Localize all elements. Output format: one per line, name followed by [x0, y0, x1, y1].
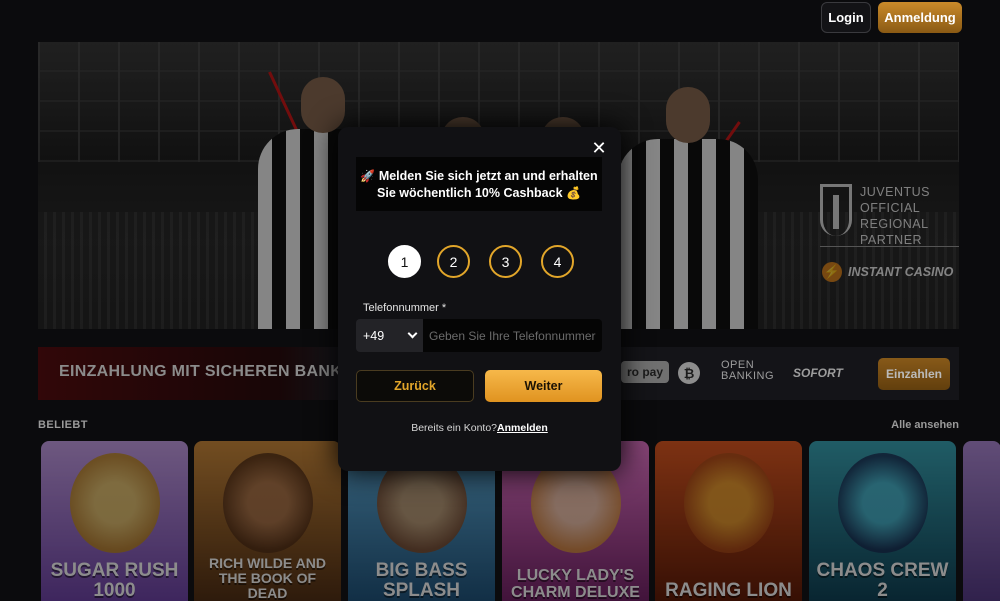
open-banking-logo: OPEN BANKING	[721, 360, 774, 388]
step-3: 3	[489, 245, 522, 278]
deposit-title: EINZAHLUNG MIT SICHEREN BANK	[59, 363, 343, 380]
phone-field: +49	[356, 319, 602, 352]
game-title: Raging Lion	[665, 580, 792, 601]
promo-text: Sie wöchentlich 10% Cashback	[377, 185, 563, 200]
registration-modal: ✕ 🚀 Melden Sie sich jetzt an und erhalte…	[338, 127, 621, 471]
game-art	[69, 453, 160, 553]
step-4: 4	[541, 245, 574, 278]
partner-line: Regional Partner	[860, 217, 929, 247]
instant-casino-logo: ⚡ Instant Casino	[822, 262, 953, 282]
country-code-value: +49	[363, 328, 385, 343]
phone-label: Telefonnummer *	[363, 302, 447, 314]
rocket-icon: 🚀	[360, 168, 376, 183]
game-title: Lucky Lady's Charm Deluxe	[511, 567, 640, 601]
game-art	[837, 453, 928, 553]
game-title: Sugar Rush 1000	[50, 560, 179, 601]
game-card[interactable]: Sugar Rush 1000	[41, 441, 188, 601]
phone-input[interactable]	[423, 319, 602, 352]
partner-badge: Juventus Official Regional Partner ⚡ Ins…	[820, 182, 959, 282]
register-button[interactable]: Anmeldung	[878, 2, 962, 33]
game-card[interactable]: Chaos Crew 2	[809, 441, 956, 601]
step-1: 1	[388, 245, 421, 278]
chevron-down-icon	[407, 328, 418, 339]
country-code-select[interactable]: +49	[356, 319, 423, 352]
top-header: Login Anmeldung	[0, 0, 1000, 40]
step-2: 2	[437, 245, 470, 278]
game-title: Big Bass Splash	[375, 560, 468, 601]
close-icon[interactable]: ✕	[591, 139, 607, 157]
sofort-logo: SOFORT	[793, 366, 843, 380]
player-image	[618, 87, 758, 329]
promo-text: Melden Sie sich jetzt an und erhalten	[378, 168, 598, 183]
promo-line: Sie wöchentlich 10% Cashback 💰	[377, 186, 581, 200]
apple-pay-logo: ro pay	[621, 361, 670, 383]
game-art	[222, 453, 313, 553]
promo-banner: 🚀 Melden Sie sich jetzt an und erhalten …	[356, 157, 602, 211]
lightning-icon: ⚡	[822, 262, 842, 282]
money-bag-icon: 💰	[566, 185, 581, 200]
open-banking-line: BANKING	[721, 370, 775, 382]
partner-text: Juventus Official Regional Partner	[860, 184, 959, 248]
deposit-button[interactable]: Einzahlen	[878, 358, 950, 390]
login-link[interactable]: Anmelden	[497, 422, 548, 434]
game-title: Rich Wilde and the Book of Dead	[209, 555, 326, 601]
juventus-logo	[820, 184, 852, 236]
game-title: Chaos Crew 2	[816, 560, 949, 601]
game-art	[683, 453, 774, 553]
see-all-link[interactable]: Alle ansehen	[891, 419, 959, 431]
login-button[interactable]: Login	[821, 2, 871, 33]
brand-name: Instant Casino	[848, 265, 954, 279]
next-button[interactable]: Weiter	[485, 370, 602, 402]
bitcoin-icon: ₿	[678, 362, 700, 384]
section-title: BELIEBT	[38, 419, 88, 431]
game-card[interactable]	[963, 441, 1000, 601]
login-prompt: Bereits ein Konto?Anmelden	[338, 422, 621, 434]
step-indicator: 1 2 3 4	[388, 245, 578, 279]
partner-line: Juventus	[860, 185, 930, 199]
game-card[interactable]: Rich Wilde and the Book of Dead	[194, 441, 341, 601]
back-button[interactable]: Zurück	[356, 370, 474, 402]
promo-line: 🚀 Melden Sie sich jetzt an und erhalten	[360, 169, 597, 183]
login-prompt-text: Bereits ein Konto?	[411, 422, 498, 434]
partner-line: Official	[860, 201, 921, 215]
game-card[interactable]: Raging Lion	[655, 441, 802, 601]
divider	[820, 246, 959, 247]
